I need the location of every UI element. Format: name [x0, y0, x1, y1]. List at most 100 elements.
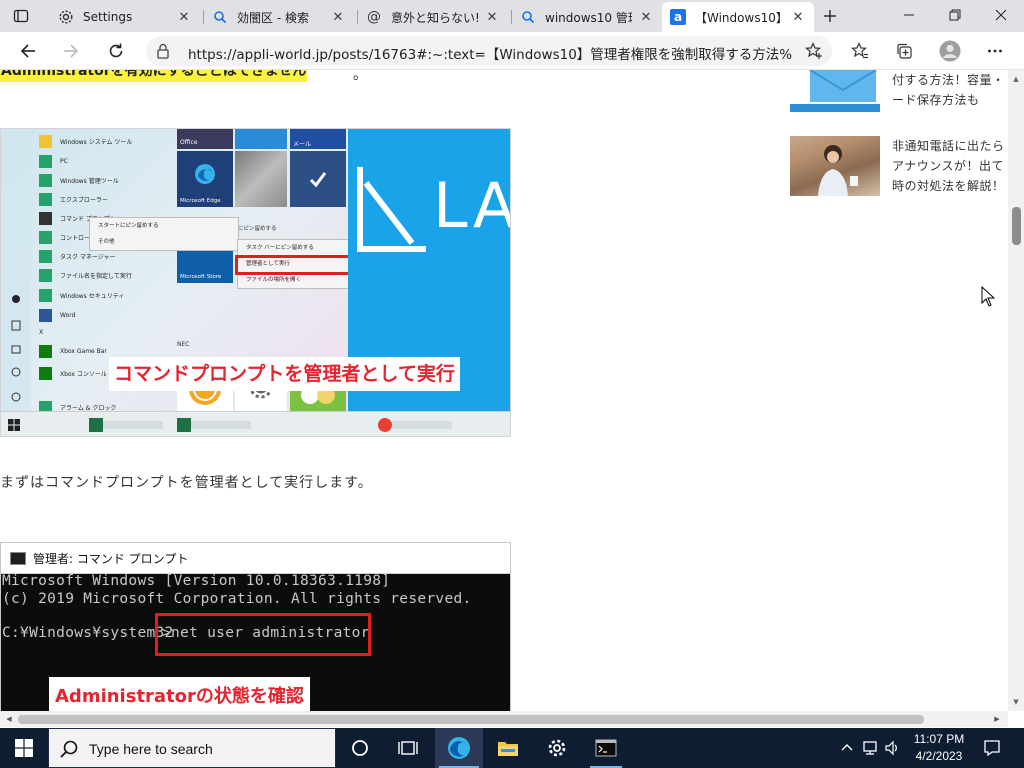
app-icon — [39, 212, 52, 225]
vertical-scrollbar[interactable]: ▲ ▼ — [1008, 70, 1024, 711]
highlight-box — [155, 613, 371, 656]
close-tab-icon[interactable]: ✕ — [790, 9, 806, 25]
volume-button[interactable] — [883, 728, 903, 768]
horizontal-scrollbar[interactable]: ◀ ▶ — [0, 711, 1008, 727]
start-menu-item: Windows セキュリティ — [39, 289, 124, 302]
close-window-button[interactable] — [978, 0, 1024, 30]
task-view-icon — [398, 741, 418, 755]
app-icon — [39, 289, 52, 302]
cortana-button[interactable] — [336, 728, 384, 768]
scroll-thumb[interactable] — [18, 715, 924, 724]
cmd-line: (c) 2019 Microsoft Corporation. All righ… — [2, 591, 472, 607]
speaker-icon — [885, 740, 897, 756]
close-tab-icon[interactable]: ✕ — [330, 9, 346, 25]
close-tab-icon[interactable]: ✕ — [638, 9, 654, 25]
notification-icon — [984, 740, 1000, 757]
taskbar-clock[interactable]: 11:07 PM 4/2/2023 — [906, 731, 972, 765]
tab-article-preview[interactable]: @ 意外と知らない!? ✕ — [358, 2, 508, 32]
refresh-button[interactable] — [102, 37, 130, 65]
menu-item-more[interactable]: その他 — [90, 234, 238, 250]
person-photo-icon — [818, 145, 858, 196]
app-icon — [39, 345, 52, 358]
start-menu-item: タスク マネージャー — [39, 250, 116, 263]
sidebar-thumbnail-mail[interactable] — [790, 70, 880, 112]
envelope-icon — [790, 70, 880, 112]
blurred-tile — [235, 151, 287, 207]
profile-button[interactable] — [936, 37, 964, 65]
start-menu-item: Word — [39, 309, 75, 322]
brand-text: LA — [433, 169, 511, 242]
highlighted-text: Administratorを有効にすることはできません — [0, 70, 308, 82]
app-icon — [39, 174, 52, 187]
word-icon — [39, 309, 52, 322]
collections-button[interactable] — [890, 37, 918, 65]
taskbar-command-prompt[interactable] — [582, 728, 630, 768]
add-favorite-button[interactable] — [802, 39, 826, 63]
cmd-window-title: 管理者: コマンド プロンプト — [33, 552, 189, 566]
taskbar-file-explorer[interactable] — [484, 728, 532, 768]
close-icon — [995, 9, 1007, 21]
restore-button[interactable] — [932, 0, 978, 30]
network-icon — [863, 741, 877, 755]
cmd-titlebar: 管理者: コマンド プロンプト — [1, 543, 510, 574]
start-button[interactable] — [0, 728, 48, 768]
address-bar[interactable]: https://appli-world.jp/posts/16763#:~:te… — [146, 36, 832, 66]
windows-logo-icon — [15, 739, 33, 757]
menu-item-pin-start[interactable]: スタートにピン留めする — [90, 218, 238, 234]
lock-icon[interactable] — [156, 43, 170, 63]
scroll-down-icon[interactable]: ▼ — [1008, 695, 1024, 709]
tab-active-article[interactable]: a 【Windows10】管 ✕ — [662, 2, 814, 32]
app-tile — [235, 129, 287, 149]
url-text[interactable]: https://appli-world.jp/posts/16763#:~:te… — [188, 43, 792, 63]
sidebar-link-text[interactable]: 付する方法！容量・ ード保存方法も — [892, 70, 1005, 110]
checkmark-icon — [309, 172, 327, 188]
command-prompt-screenshot: 管理者: コマンド プロンプト Microsoft Windows [Versi… — [0, 542, 511, 711]
favorites-button[interactable] — [846, 37, 874, 65]
scroll-up-icon[interactable]: ▲ — [1008, 72, 1024, 86]
new-tab-button[interactable] — [818, 4, 842, 28]
close-tab-icon[interactable]: ✕ — [484, 9, 500, 25]
scroll-right-icon[interactable]: ▶ — [990, 712, 1004, 726]
notifications-button[interactable] — [978, 728, 1006, 768]
app-icon — [39, 231, 52, 244]
scroll-left-icon[interactable]: ◀ — [2, 712, 16, 726]
tab-settings[interactable]: Settings ✕ — [50, 2, 200, 32]
show-hidden-icons-button[interactable] — [838, 728, 856, 768]
minimize-icon — [904, 14, 914, 16]
callout-check-admin: Administratorの状態を確認 — [49, 677, 310, 711]
windows-logo-icon — [8, 419, 20, 431]
more-menu-button[interactable] — [981, 37, 1009, 65]
minimize-button[interactable] — [886, 0, 932, 30]
tab-actions-icon — [13, 9, 29, 23]
page-content: Administratorを有効にすることはできません 。 Windows シス… — [0, 70, 1008, 711]
scroll-thumb[interactable] — [1012, 207, 1021, 245]
office-tile: Office — [177, 129, 233, 149]
mouse-cursor-icon — [981, 286, 995, 307]
network-button[interactable] — [860, 728, 882, 768]
back-button[interactable] — [14, 37, 42, 65]
sidebar-link-text[interactable]: 非通知電話に出たら アナウンスが！出て 時の対処法を解説！ — [892, 136, 1005, 196]
sidebar-thumbnail-phone[interactable] — [790, 136, 880, 196]
excel-icon — [89, 418, 103, 432]
refresh-icon — [109, 43, 123, 58]
search-icon — [59, 739, 79, 763]
favorites-icon — [851, 42, 868, 59]
app-icon — [39, 193, 52, 206]
close-tab-icon[interactable]: ✕ — [176, 9, 192, 25]
tab-search-1[interactable]: 効闇区 - 検索 ✕ — [204, 2, 354, 32]
task-view-button[interactable] — [384, 728, 432, 768]
todo-tile — [290, 151, 346, 207]
forward-button[interactable] — [57, 37, 85, 65]
browser-toolbar: https://appli-world.jp/posts/16763#:~:te… — [0, 32, 1024, 70]
start-menu-item: エクスプローラー — [39, 193, 108, 206]
tab-actions-button[interactable] — [6, 4, 36, 28]
taskbar-settings[interactable] — [533, 728, 581, 768]
tab-search-2[interactable]: windows10 管理 ✕ — [512, 2, 662, 32]
app-icon — [39, 155, 52, 168]
start-rail-icons — [11, 295, 21, 402]
taskbar-search-box[interactable]: Type here to search — [48, 728, 336, 768]
clock-time: 11:07 PM — [913, 732, 965, 746]
edge-tile: Microsoft Edge — [177, 151, 233, 207]
terminal-icon — [595, 739, 617, 757]
taskbar-edge[interactable] — [435, 728, 483, 768]
